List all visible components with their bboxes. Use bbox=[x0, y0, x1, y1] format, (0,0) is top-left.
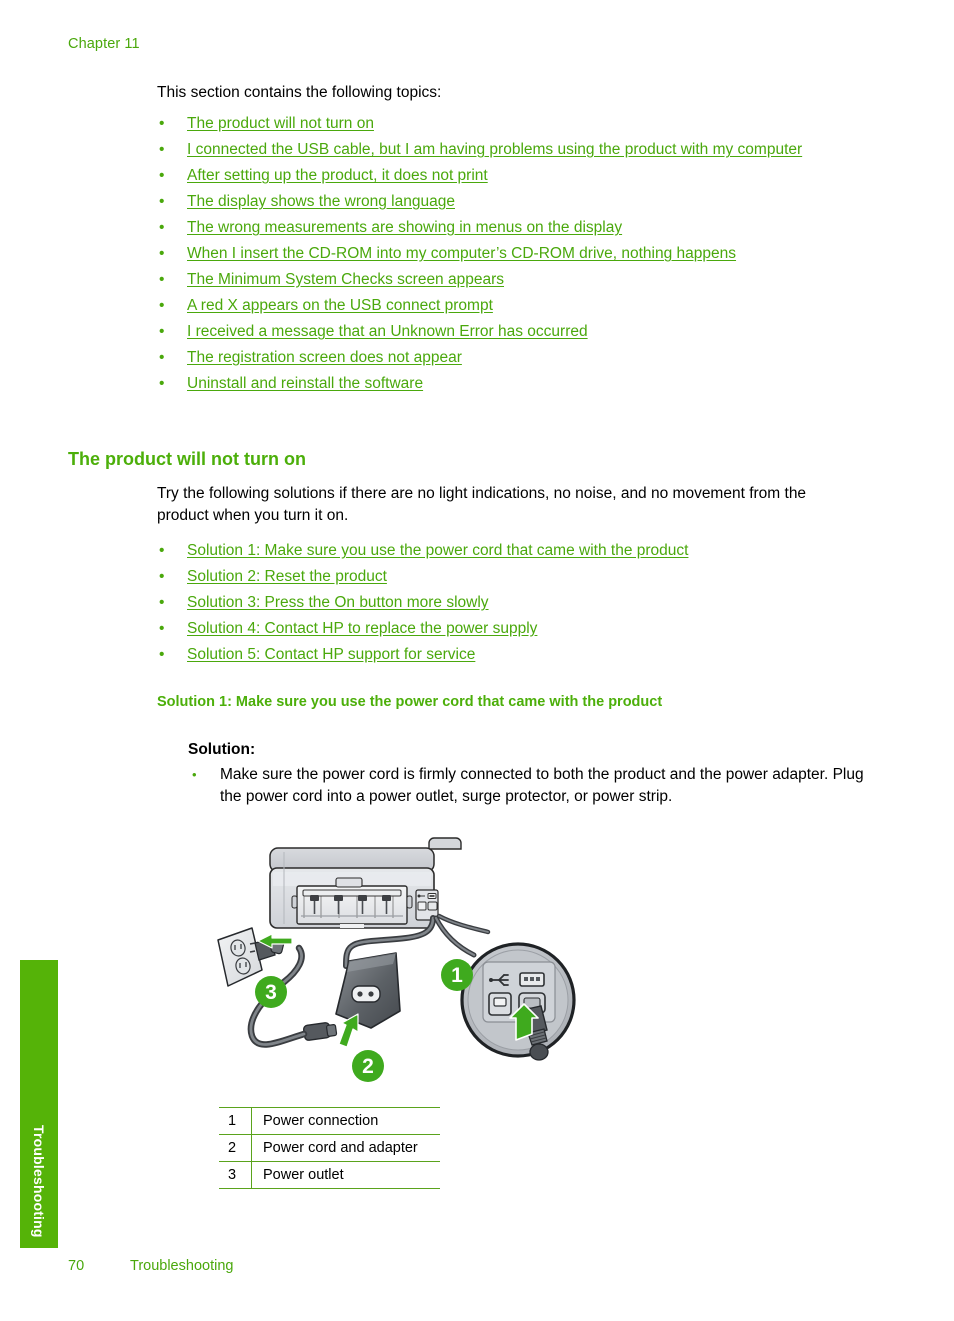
list-item: • The registration screen does not appear bbox=[157, 347, 887, 369]
table-row: 3 Power outlet bbox=[219, 1161, 440, 1189]
topic-link-8[interactable]: A red X appears on the USB connect promp… bbox=[187, 297, 493, 314]
figure8-plug bbox=[302, 1022, 338, 1041]
bullet-icon: • bbox=[159, 141, 165, 158]
list-item: • The product will not turn on bbox=[157, 113, 887, 135]
topic-link-6[interactable]: When I insert the CD-ROM into my compute… bbox=[187, 245, 736, 262]
solution-detail-text: Make sure the power cord is firmly conne… bbox=[220, 766, 864, 805]
solution-link-5[interactable]: Solution 5: Contact HP support for servi… bbox=[187, 646, 475, 663]
table-row: 1 Power connection bbox=[219, 1107, 440, 1135]
bullet-icon: • bbox=[159, 193, 165, 210]
arrow-into-adapter-icon bbox=[338, 1013, 359, 1048]
topic-link-3[interactable]: After setting up the product, it does no… bbox=[187, 167, 488, 184]
solution-link-4[interactable]: Solution 4: Contact HP to replace the po… bbox=[187, 620, 537, 637]
intro-paragraph: This section contains the following topi… bbox=[157, 84, 442, 101]
solution-link-list: • Solution 1: Make sure you use the power… bbox=[157, 540, 857, 666]
bullet-icon: • bbox=[159, 297, 165, 314]
list-item: • Uninstall and reinstall the software bbox=[157, 373, 887, 395]
side-tab-troubleshooting: Troubleshooting bbox=[20, 960, 58, 1248]
solution-1-block: Solution 1: Make sure you use the power … bbox=[157, 694, 877, 710]
solution-1-heading: Solution 1: Make sure you use the power … bbox=[157, 694, 663, 710]
topic-link-9[interactable]: I received a message that an Unknown Err… bbox=[187, 323, 588, 340]
list-item: • Solution 1: Make sure you use the power… bbox=[157, 540, 857, 562]
legend-number: 3 bbox=[219, 1161, 252, 1189]
power-connection-illustration: 1 2 3 bbox=[217, 837, 576, 1082]
topic-link-list: • The product will not turn on • I connect… bbox=[157, 113, 887, 395]
list-item: • After setting up the product, it does n… bbox=[157, 165, 887, 187]
bullet-icon: • bbox=[159, 568, 165, 585]
list-item: • Solution 4: Contact HP to replace the p… bbox=[157, 618, 857, 640]
list-item: • The wrong measurements are showing in m… bbox=[157, 217, 887, 239]
section-body: Try the following solutions if there are… bbox=[157, 483, 857, 670]
bullet-icon: • bbox=[159, 542, 165, 559]
bullet-icon: • bbox=[159, 594, 165, 611]
table-row: 2 Power cord and adapter bbox=[219, 1134, 440, 1162]
callout-3-label: 3 bbox=[265, 981, 277, 1004]
bullet-icon: • bbox=[159, 115, 165, 132]
bullet-icon: • bbox=[159, 245, 165, 262]
section-intro-paragraph: Try the following solutions if there are… bbox=[157, 485, 807, 524]
port-detail-magnifier bbox=[460, 942, 576, 1061]
legend-label: Power cord and adapter bbox=[251, 1134, 440, 1162]
cord-printer-to-detail bbox=[433, 913, 491, 958]
solution-link-2[interactable]: Solution 2: Reset the product bbox=[187, 568, 387, 585]
topic-link-11[interactable]: Uninstall and reinstall the software bbox=[187, 375, 423, 392]
solution-link-1[interactable]: Solution 1: Make sure you use the power … bbox=[187, 542, 688, 559]
legend-label: Power outlet bbox=[251, 1161, 440, 1189]
list-item: • Solution 3: Press the On button more sl… bbox=[157, 592, 857, 614]
topic-link-1[interactable]: The product will not turn on bbox=[187, 115, 374, 132]
side-tab-label: Troubleshooting bbox=[31, 1125, 47, 1238]
topic-link-2[interactable]: I connected the USB cable, but I am havi… bbox=[187, 141, 802, 158]
list-item: • Solution 2: Reset the product bbox=[157, 566, 857, 588]
footer-section-name: Troubleshooting bbox=[130, 1258, 234, 1274]
callout-3: 3 bbox=[255, 976, 287, 1008]
bullet-icon: • bbox=[159, 323, 165, 340]
solution-1-body: Solution: • Make sure the power cord is f… bbox=[188, 741, 888, 808]
callout-1-label: 1 bbox=[451, 964, 463, 987]
topic-link-7[interactable]: The Minimum System Checks screen appears bbox=[187, 271, 504, 288]
bullet-icon: • bbox=[159, 375, 165, 392]
bullet-icon: • bbox=[159, 167, 165, 184]
solution-label: Solution: bbox=[188, 741, 256, 758]
list-item: • I received a message that an Unknown Er… bbox=[157, 321, 887, 343]
callout-2: 2 bbox=[352, 1050, 384, 1082]
topic-link-5[interactable]: The wrong measurements are showing in me… bbox=[187, 219, 622, 236]
topic-link-10[interactable]: The registration screen does not appear bbox=[187, 349, 462, 366]
bullet-icon: • bbox=[159, 349, 165, 366]
section-heading: The product will not turn on bbox=[68, 449, 306, 469]
topic-link-4[interactable]: The display shows the wrong language bbox=[187, 193, 455, 210]
legend-number: 2 bbox=[219, 1134, 252, 1162]
list-item: • Solution 5: Contact HP support for serv… bbox=[157, 644, 857, 666]
bullet-icon: • bbox=[192, 767, 197, 782]
figure-legend-table: 1 Power connection 2 Power cord and adap… bbox=[219, 1107, 440, 1189]
power-connection-figure: 1 2 3 bbox=[200, 828, 600, 1098]
bullet-icon: • bbox=[159, 271, 165, 288]
list-item: • The display shows the wrong language bbox=[157, 191, 887, 213]
chapter-running-head: Chapter 11 bbox=[68, 36, 140, 52]
list-item: • The Minimum System Checks screen appear… bbox=[157, 269, 887, 291]
solution-detail-list: • Make sure the power cord is firmly conn… bbox=[188, 764, 888, 808]
list-item: • Make sure the power cord is firmly conn… bbox=[188, 764, 888, 808]
main-content: This section contains the following topi… bbox=[157, 82, 887, 399]
bullet-icon: • bbox=[159, 620, 165, 637]
list-item: • I connected the USB cable, but I am hav… bbox=[157, 139, 887, 161]
legend-number: 1 bbox=[219, 1107, 252, 1135]
printer-rear-body bbox=[269, 837, 462, 929]
solution-link-3[interactable]: Solution 3: Press the On button more slo… bbox=[187, 594, 489, 611]
bullet-icon: • bbox=[159, 219, 165, 236]
legend-label: Power connection bbox=[251, 1107, 440, 1135]
list-item: • When I insert the CD-ROM into my comput… bbox=[157, 243, 887, 265]
callout-2-label: 2 bbox=[362, 1055, 374, 1078]
list-item: • A red X appears on the USB connect prom… bbox=[157, 295, 887, 317]
footer-page-number: 70 bbox=[68, 1258, 85, 1274]
bullet-icon: • bbox=[159, 646, 165, 663]
callout-1: 1 bbox=[441, 959, 473, 991]
